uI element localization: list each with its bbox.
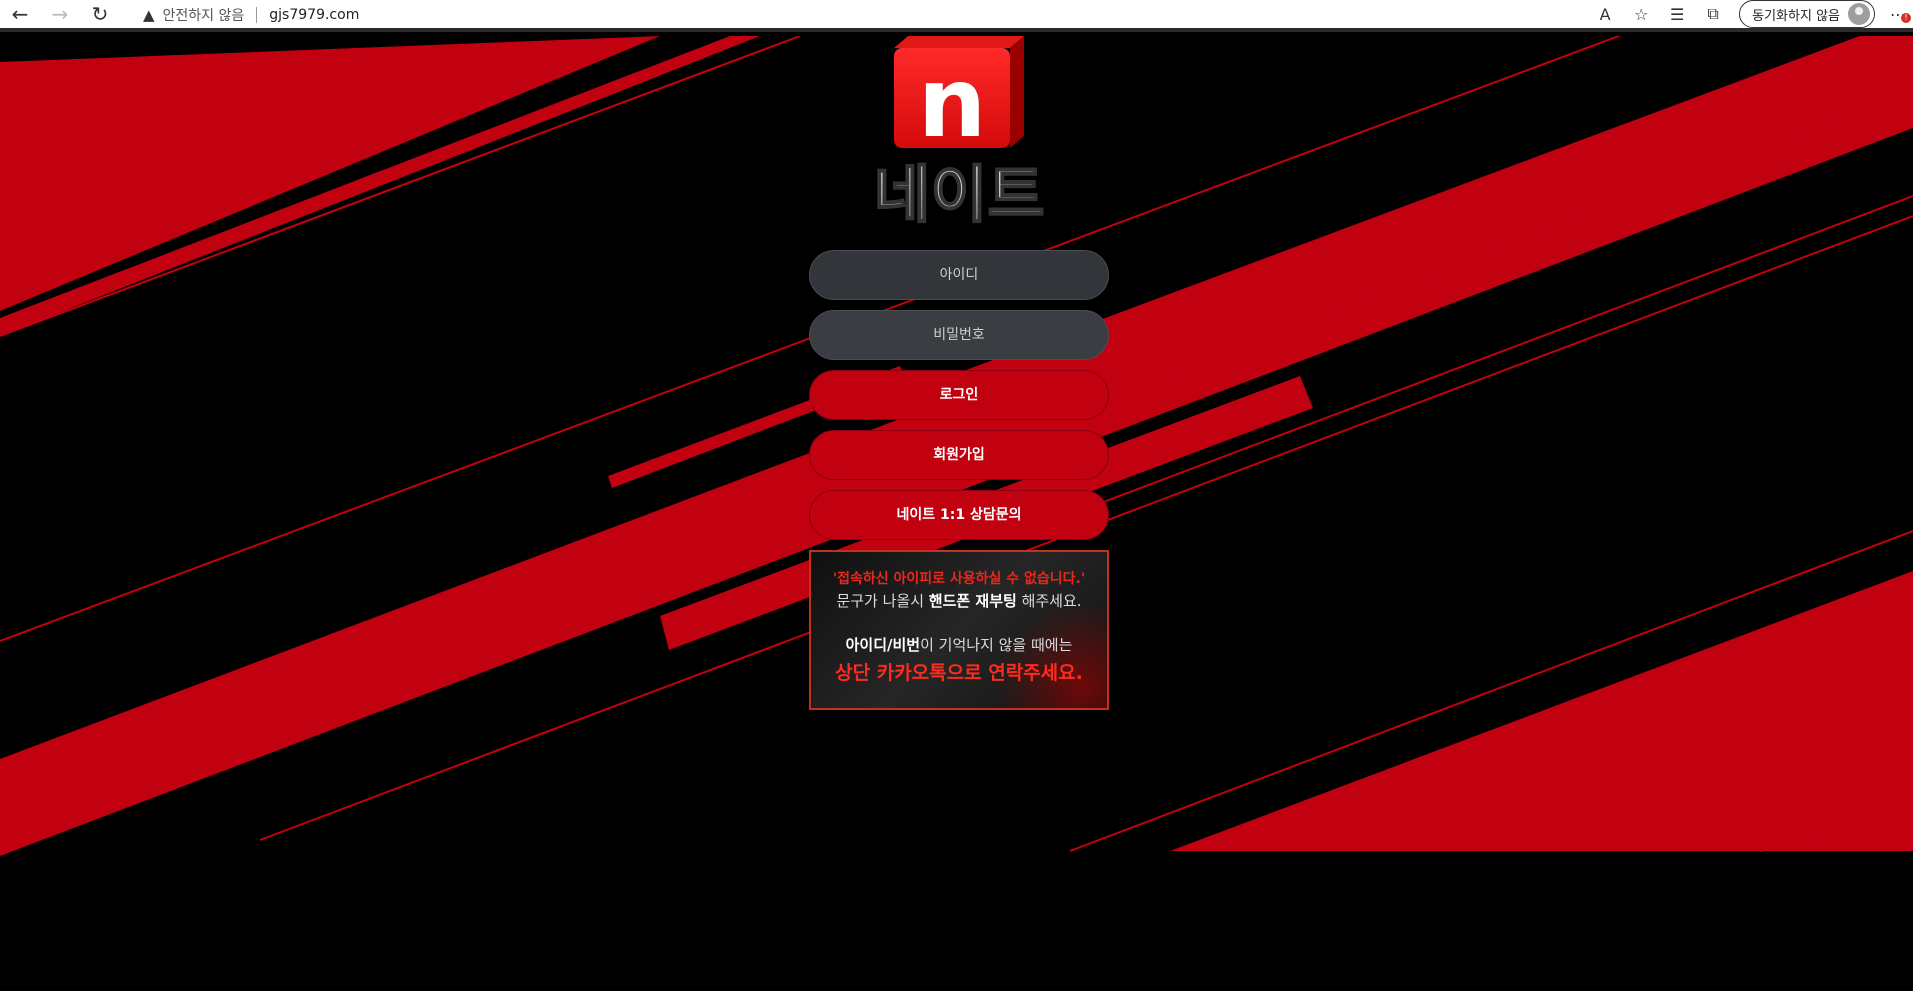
address-bar[interactable]: ▲ 안전하지 않음 gjs7979.com bbox=[143, 3, 1543, 27]
splatter-decoration bbox=[987, 608, 1107, 708]
notice-line-2-bold: 핸드폰 재부팅 bbox=[928, 592, 1017, 610]
signup-button[interactable]: 회원가입 bbox=[809, 430, 1109, 480]
notice-banner: '접속하신 아이피로 사용하실 수 없습니다.' 문구가 나올시 핸드폰 재부팅… bbox=[809, 550, 1109, 710]
login-button[interactable]: 로그인 bbox=[809, 370, 1109, 420]
notice-line-4: 상단 카카오톡으로 연락주세요. bbox=[835, 662, 1083, 684]
collections-icon[interactable]: ⧉ bbox=[1695, 4, 1731, 24]
password-input[interactable] bbox=[809, 310, 1109, 360]
notice-line-3: 아이디/비번이 기억나지 않을 때에는 bbox=[811, 634, 1107, 656]
logo-letter: n bbox=[918, 47, 986, 159]
consult-button[interactable]: 네이트 1:1 상담문의 bbox=[809, 490, 1109, 540]
security-warning[interactable]: ▲ 안전하지 않음 bbox=[143, 5, 244, 25]
logo-name: 네이트 bbox=[873, 158, 1044, 226]
sync-label: 동기화하지 않음 bbox=[1752, 8, 1840, 24]
notice-line-2-pre: 문구가 나올시 bbox=[836, 592, 929, 610]
add-favorite-icon[interactable]: ☆ bbox=[1623, 5, 1659, 24]
refresh-icon[interactable]: ↻ bbox=[80, 0, 120, 28]
url-text[interactable]: gjs7979.com bbox=[269, 7, 359, 23]
favorites-icon[interactable]: ☰ bbox=[1659, 5, 1695, 24]
warning-icon: ▲ bbox=[143, 6, 155, 24]
profile-sync-button[interactable]: 동기화하지 않음 bbox=[1739, 0, 1875, 28]
read-aloud-icon[interactable]: A bbox=[1587, 5, 1623, 24]
id-input[interactable] bbox=[809, 250, 1109, 300]
address-divider bbox=[256, 7, 258, 23]
nate-logo: n 네이트 bbox=[872, 36, 1046, 226]
back-icon[interactable]: ← bbox=[0, 0, 40, 28]
browser-tools: A ☆ ☰ ⧉ 동기화하지 않음 ⋯! bbox=[1587, 0, 1913, 28]
notice-line-3-post: 이 기억나지 않을 때에는 bbox=[920, 636, 1073, 654]
forward-icon[interactable]: → bbox=[40, 0, 80, 28]
notice-line-2: 문구가 나올시 핸드폰 재부팅 해주세요. bbox=[811, 590, 1107, 612]
notice-line-3-bold: 아이디/비번 bbox=[845, 636, 921, 654]
notification-badge: ! bbox=[1901, 12, 1911, 23]
avatar bbox=[1848, 3, 1870, 25]
page-content: n 네이트 로그인 회원가입 네이트 1:1 상담문의 '접속하신 아이피로 사… bbox=[0, 36, 1913, 991]
more-menu-icon[interactable]: ⋯! bbox=[1883, 5, 1913, 24]
notice-line-1: '접속하신 아이피로 사용하실 수 없습니다.' bbox=[832, 571, 1086, 587]
notice-line-2-post: 해주세요. bbox=[1016, 592, 1082, 610]
login-form: 로그인 회원가입 네이트 1:1 상담문의 bbox=[809, 250, 1109, 550]
browser-toolbar: ← → ↻ ▲ 안전하지 않음 gjs7979.com A ☆ ☰ ⧉ 동기화하… bbox=[0, 0, 1913, 32]
security-label: 안전하지 않음 bbox=[162, 8, 245, 24]
